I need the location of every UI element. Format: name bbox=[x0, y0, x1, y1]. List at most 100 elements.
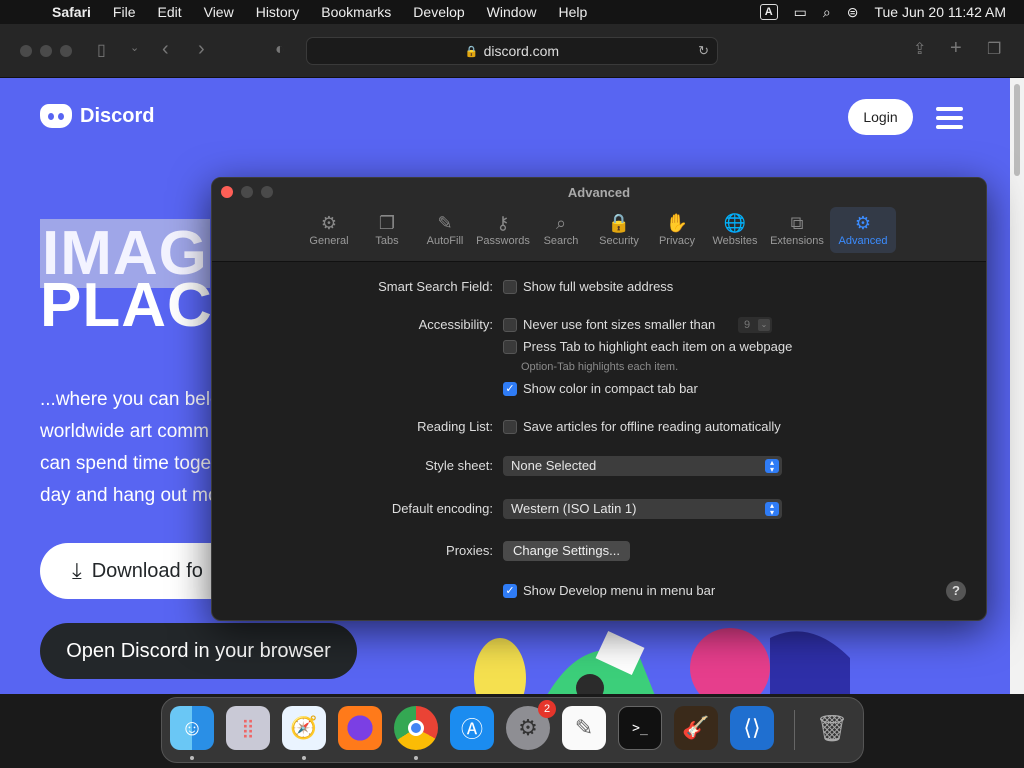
key-icon: ⚷ bbox=[496, 213, 510, 233]
page-scrollbar[interactable] bbox=[1010, 78, 1024, 694]
input-source-icon[interactable]: A bbox=[759, 4, 778, 20]
style-sheet-select[interactable]: None Selected ▴ ▾ bbox=[503, 456, 782, 476]
menu-app-safari[interactable]: Safari bbox=[52, 4, 102, 20]
dock-vscode[interactable]: ⟨⟩ bbox=[730, 706, 774, 750]
window-zoom-button[interactable] bbox=[60, 45, 72, 57]
smart-search-label: Smart Search Field: bbox=[378, 279, 493, 294]
color-tab-bar-checkbox[interactable]: ✓ bbox=[503, 382, 517, 396]
tab-search[interactable]: ⌕ Search bbox=[532, 207, 590, 253]
control-center-icon[interactable]: ⊜ bbox=[847, 4, 859, 21]
login-button[interactable]: Login bbox=[848, 99, 913, 135]
terminal-icon: >_ bbox=[632, 720, 648, 736]
preferences-titlebar: Advanced ⚙ General ❐ Tabs ✎ AutoFill ⚷ Passw… bbox=[212, 178, 986, 262]
dock-terminal[interactable]: >_ bbox=[618, 706, 662, 750]
scrollbar-thumb[interactable] bbox=[1014, 84, 1020, 176]
menu-history[interactable]: History bbox=[245, 4, 311, 20]
min-font-size-value: 9 bbox=[744, 319, 751, 331]
up-down-arrows-icon: ▴ ▾ bbox=[765, 459, 779, 474]
textedit-icon: ✎ bbox=[574, 715, 594, 740]
new-tab-icon[interactable]: + bbox=[950, 37, 962, 60]
discord-logo[interactable]: Discord bbox=[40, 104, 154, 128]
finder-icon: ☺ bbox=[180, 715, 204, 740]
running-indicator bbox=[190, 756, 194, 760]
tab-websites[interactable]: 🌐 Websites bbox=[706, 207, 764, 253]
dock-chrome[interactable] bbox=[394, 706, 438, 750]
color-tab-bar-label[interactable]: Show color in compact tab bar bbox=[523, 381, 698, 396]
dock-garageband[interactable]: 🎸 bbox=[674, 706, 718, 750]
window-minimize-button[interactable] bbox=[40, 45, 52, 57]
dock-app-store[interactable]: Ⓐ bbox=[450, 706, 494, 750]
menu-window[interactable]: Window bbox=[476, 4, 548, 20]
tab-label: Websites bbox=[712, 235, 758, 247]
tab-overview-icon[interactable]: ❐ bbox=[987, 39, 1001, 59]
dock-trash[interactable]: 🗑 bbox=[810, 706, 854, 750]
save-offline-label[interactable]: Save articles for offline reading automa… bbox=[523, 419, 781, 434]
develop-menu-label[interactable]: Show Develop menu in menu bar bbox=[523, 583, 715, 598]
hamburger-menu-icon[interactable] bbox=[936, 107, 963, 129]
chevron-down-icon[interactable]: ⌄ bbox=[130, 41, 139, 54]
hero-line-2: PLAC bbox=[40, 271, 213, 340]
tab-security[interactable]: 🔒 Security bbox=[590, 207, 648, 253]
min-font-size-select[interactable]: 9 ⌄ bbox=[738, 317, 772, 333]
hand-icon: ✋ bbox=[665, 213, 689, 233]
tab-general[interactable]: ⚙ General bbox=[300, 207, 358, 253]
screen-mirroring-icon[interactable]: ▭ bbox=[794, 4, 807, 21]
menu-file[interactable]: File bbox=[102, 4, 147, 20]
tab-tabs[interactable]: ❐ Tabs bbox=[358, 207, 416, 253]
encoding-select[interactable]: Western (ISO Latin 1) ▴ ▾ bbox=[503, 499, 782, 519]
tagline-line: ...where you can belo bbox=[40, 389, 221, 410]
url-text: discord.com bbox=[483, 43, 560, 59]
menu-bookmarks[interactable]: Bookmarks bbox=[310, 4, 402, 20]
min-font-size-checkbox[interactable] bbox=[503, 318, 517, 332]
open-in-browser-button[interactable]: Open Discord in your browser bbox=[40, 623, 357, 679]
tagline-line: worldwide art comm bbox=[40, 421, 209, 442]
show-full-address-checkbox[interactable] bbox=[503, 280, 517, 294]
window-close-button[interactable] bbox=[20, 45, 32, 57]
dock-launchpad[interactable]: ⣿ bbox=[226, 706, 270, 750]
discord-logo-icon bbox=[40, 104, 72, 128]
dock-system-settings[interactable]: ⚙ 2 bbox=[506, 700, 556, 750]
menu-bar: Safari File Edit View History Bookmarks … bbox=[0, 0, 1024, 24]
menu-edit[interactable]: Edit bbox=[146, 4, 192, 20]
menu-develop[interactable]: Develop bbox=[402, 4, 475, 20]
trash-icon: 🗑 bbox=[815, 712, 849, 743]
change-proxy-settings-button[interactable]: Change Settings... bbox=[503, 541, 630, 561]
spotlight-search-icon[interactable]: ⌕ bbox=[823, 4, 831, 21]
encoding-label: Default encoding: bbox=[391, 501, 493, 516]
globe-icon: 🌐 bbox=[723, 213, 747, 233]
tab-extensions[interactable]: ⧉ Extensions bbox=[764, 207, 830, 253]
vscode-icon: ⟨⟩ bbox=[743, 715, 761, 740]
menu-help[interactable]: Help bbox=[547, 4, 598, 20]
reload-icon[interactable]: ↻ bbox=[698, 43, 709, 59]
sidebar-toggle-icon[interactable]: ▯ bbox=[97, 40, 106, 60]
develop-menu-checkbox[interactable]: ✓ bbox=[503, 584, 517, 598]
safari-toolbar: ▯ ⌄ ‹ › ◐ 🔒 discord.com ↻ ⇪ + ❐ bbox=[0, 24, 1024, 78]
address-bar[interactable]: 🔒 discord.com ↻ bbox=[306, 37, 718, 65]
back-arrow-icon[interactable]: ‹ bbox=[162, 38, 169, 61]
press-tab-checkbox[interactable] bbox=[503, 340, 517, 354]
menu-view[interactable]: View bbox=[193, 4, 245, 20]
reading-list-label: Reading List: bbox=[417, 419, 493, 434]
tab-passwords[interactable]: ⚷ Passwords bbox=[474, 207, 532, 253]
tab-privacy[interactable]: ✋ Privacy bbox=[648, 207, 706, 253]
tab-label: Tabs bbox=[375, 235, 399, 247]
min-font-size-label[interactable]: Never use font sizes smaller than bbox=[523, 317, 715, 332]
tab-label: Privacy bbox=[658, 235, 696, 247]
tab-autofill[interactable]: ✎ AutoFill bbox=[416, 207, 474, 253]
dock-finder[interactable]: ☺ bbox=[170, 706, 214, 750]
save-offline-checkbox[interactable] bbox=[503, 420, 517, 434]
proxies-label: Proxies: bbox=[446, 543, 493, 558]
share-icon[interactable]: ⇪ bbox=[913, 39, 926, 59]
help-button[interactable]: ? bbox=[946, 581, 966, 601]
menubar-clock[interactable]: Tue Jun 20 11:42 AM bbox=[874, 4, 1006, 20]
dock-firefox[interactable] bbox=[338, 706, 382, 750]
tab-advanced[interactable]: ⚙ Advanced bbox=[830, 207, 896, 253]
press-tab-label[interactable]: Press Tab to highlight each item on a we… bbox=[523, 339, 792, 354]
dock-safari[interactable]: 🧭 bbox=[282, 706, 326, 750]
dock-textedit[interactable]: ✎ bbox=[562, 706, 606, 750]
forward-arrow-icon[interactable]: › bbox=[198, 38, 205, 61]
privacy-shield-icon[interactable]: ◐ bbox=[275, 41, 285, 59]
hero-illustration bbox=[474, 628, 850, 694]
hero-heading: IMAG PLAC bbox=[40, 219, 213, 340]
show-full-address-label[interactable]: Show full website address bbox=[523, 279, 673, 294]
